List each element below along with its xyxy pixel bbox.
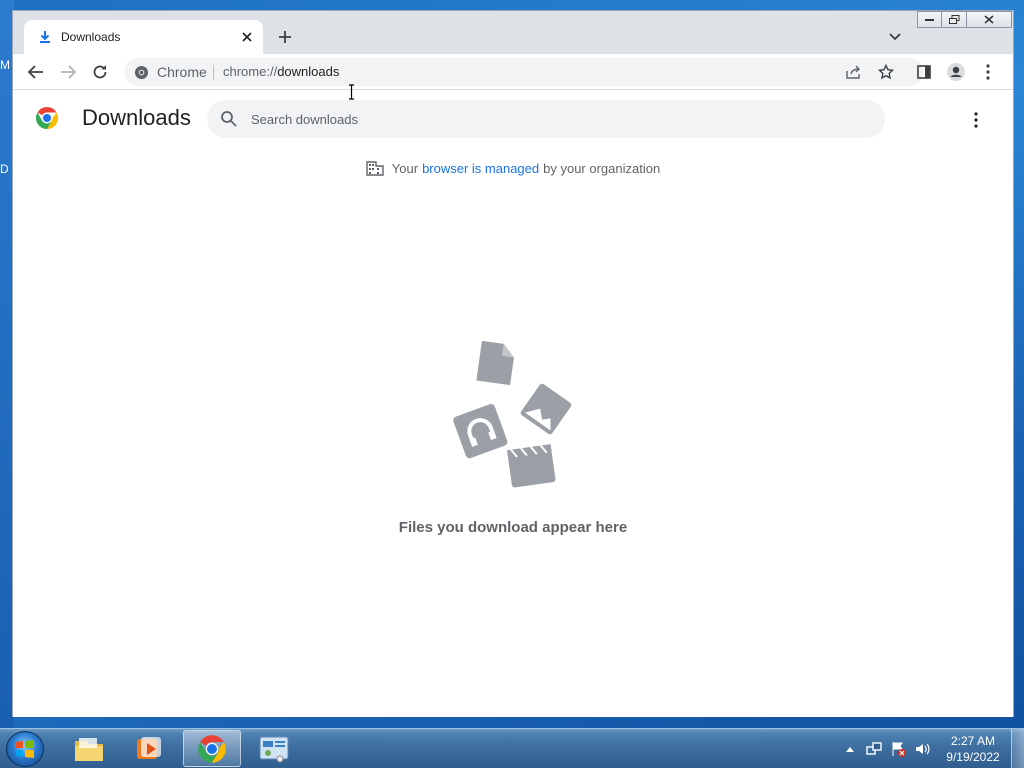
desktop-icon-label: D [0,162,9,176]
toolbar: Chrome chrome://downloads [13,54,1013,90]
tab-title: Downloads [61,30,121,44]
new-tab-button[interactable] [274,26,296,48]
taskbar-file-explorer[interactable] [60,730,118,767]
taskbar: 2:27 AM 9/19/2022 [0,728,1024,768]
more-actions-button[interactable] [964,108,988,132]
search-bar[interactable] [207,100,885,138]
file-icon [476,341,514,386]
taskbar-media-player[interactable] [120,730,178,767]
url-path: downloads [277,64,340,79]
desktop-icon-label: M [0,58,10,72]
building-icon [366,160,384,176]
minimize-button[interactable] [917,11,942,28]
url-scheme: chrome:// [223,64,278,79]
minimize-icon [925,19,934,21]
managed-prefix: Your [391,160,419,176]
page-title: Downloads [82,105,191,130]
clock[interactable]: 2:27 AM 9/19/2022 [936,733,1010,765]
text-cursor-icon [349,84,354,100]
show-hidden-icons-icon[interactable] [844,744,856,754]
search-input[interactable] [251,108,851,130]
show-desktop-button[interactable] [1011,729,1024,768]
managed-notice: Your browser is managed by your organiza… [13,160,1013,176]
side-panel-icon [917,65,931,79]
chevron-down-icon[interactable] [885,27,905,47]
address-bar[interactable]: Chrome chrome://downloads [124,58,923,86]
empty-downloads-illustration [453,341,572,488]
file-explorer-icon [75,737,103,761]
start-button[interactable] [6,731,44,767]
site-label: Chrome [157,64,207,80]
restore-icon [948,15,959,24]
managed-suffix: by your organization [543,160,661,176]
clock-date: 9/19/2022 [946,750,1000,764]
close-icon[interactable] [239,29,255,45]
system-tray [844,729,930,768]
tab-downloads[interactable]: Downloads [24,20,263,54]
empty-message: Files you download appear here [398,519,628,536]
control-panel-icon [259,736,289,762]
url-text[interactable]: chrome://downloads [223,64,339,79]
image-icon [520,383,572,435]
network-icon[interactable] [866,741,882,757]
downloads-page: Downloads Your browser is managed by you… [13,91,1013,717]
close-icon [984,15,994,24]
video-icon [506,444,556,488]
separator [213,65,214,80]
side-panel-button[interactable] [911,59,937,85]
audio-icon [453,404,508,459]
avatar-icon [947,63,965,81]
action-center-flag-icon[interactable] [890,741,906,757]
reload-button[interactable] [87,59,113,85]
more-vert-icon [974,112,978,128]
window-close-button[interactable] [966,11,1012,28]
search-icon [221,111,237,127]
forward-button[interactable] [55,59,81,85]
back-button[interactable] [23,59,49,85]
downloads-header: Downloads [13,91,1013,147]
chrome-menu-button[interactable] [975,59,1001,85]
chrome-icon [134,65,149,79]
taskbar-chrome[interactable] [183,730,241,767]
profile-button[interactable] [943,59,969,85]
chrome-logo-icon [35,107,59,129]
taskbar-control-panel[interactable] [245,730,303,767]
clock-time: 2:27 AM [950,734,996,748]
chrome-window: Downloads Chrome chrome://downloads Down… [12,10,1014,717]
download-icon [37,29,53,45]
reload-icon [93,65,107,79]
media-player-icon [137,736,161,759]
volume-icon[interactable] [914,741,930,757]
share-icon[interactable] [845,63,863,81]
arrow-left-icon [28,65,43,79]
more-vert-icon [986,64,990,80]
tab-strip: Downloads [13,11,1013,54]
chrome-icon [198,734,226,763]
site-info[interactable]: Chrome [134,64,207,80]
windows-logo-icon [16,740,34,758]
bookmark-star-icon[interactable] [877,63,895,81]
managed-link[interactable]: browser is managed [422,161,539,176]
restore-button[interactable] [941,11,967,28]
arrow-right-icon [61,65,76,79]
